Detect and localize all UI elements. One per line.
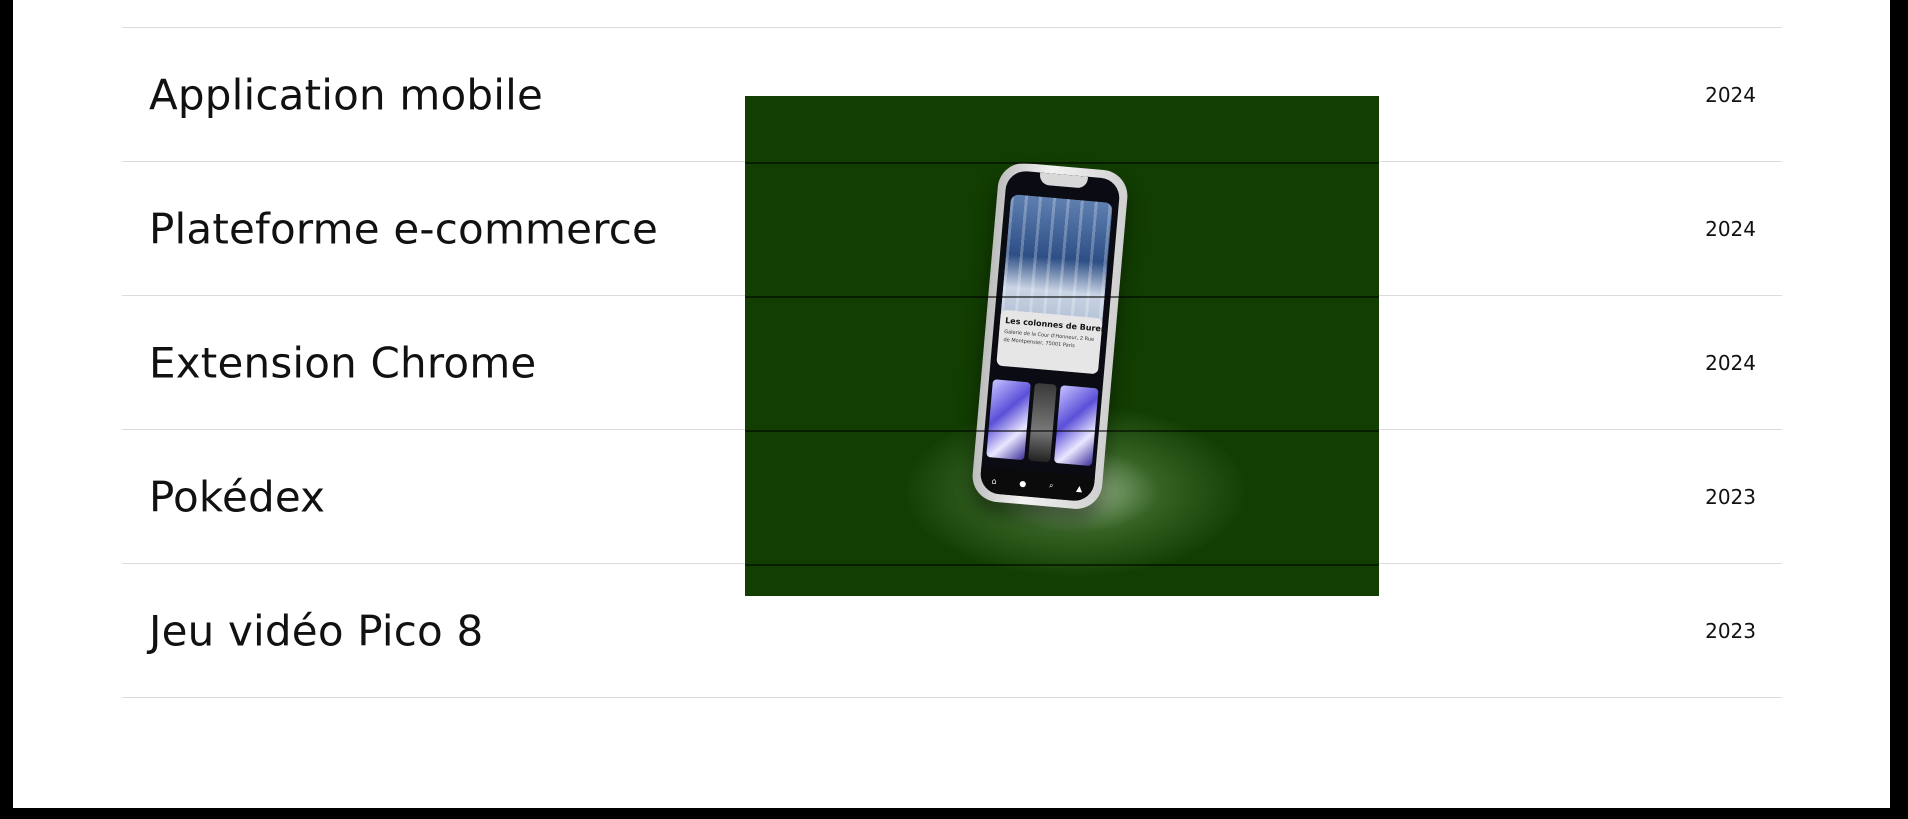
home-icon: ⌂ xyxy=(991,475,998,486)
user-icon: ▲ xyxy=(1075,483,1083,493)
app-place-card: Les colonnes de Buren Galerie de la Cour… xyxy=(996,309,1107,375)
app-thumbnail xyxy=(1054,385,1099,467)
page: Application mobile 2024 Plateforme e-com… xyxy=(13,0,1890,808)
project-year: 2024 xyxy=(1705,82,1756,107)
row-divider-line xyxy=(745,564,1379,566)
app-thumbnails xyxy=(986,379,1099,467)
project-year: 2024 xyxy=(1705,350,1756,375)
project-title: Application mobile xyxy=(149,70,544,119)
row-divider-line xyxy=(745,162,1379,164)
map-pin-icon: ● xyxy=(1018,478,1027,488)
app-thumbnail xyxy=(1027,382,1058,463)
project-year: 2023 xyxy=(1705,484,1756,509)
app-place-address: Galerie de la Cour d'Honneur, 2 Rue de M… xyxy=(1003,329,1095,349)
project-title: Extension Chrome xyxy=(149,338,537,387)
app-thumbnail xyxy=(986,379,1031,461)
row-divider-line xyxy=(745,430,1379,432)
project-year: 2024 xyxy=(1705,216,1756,241)
project-title: Plateforme e-commerce xyxy=(149,204,659,253)
project-title: Pokédex xyxy=(149,472,326,521)
project-preview-image: Les colonnes de Buren Galerie de la Cour… xyxy=(745,96,1379,596)
phone-screen: Les colonnes de Buren Galerie de la Cour… xyxy=(979,169,1121,503)
project-year: 2023 xyxy=(1705,618,1756,643)
phone-notch xyxy=(1039,172,1089,189)
row-divider-line xyxy=(745,296,1379,298)
search-icon: ⌕ xyxy=(1048,480,1054,490)
project-title: Jeu vidéo Pico 8 xyxy=(149,606,484,655)
app-tab-bar: ⌂ ● ⌕ ▲ xyxy=(979,466,1095,503)
